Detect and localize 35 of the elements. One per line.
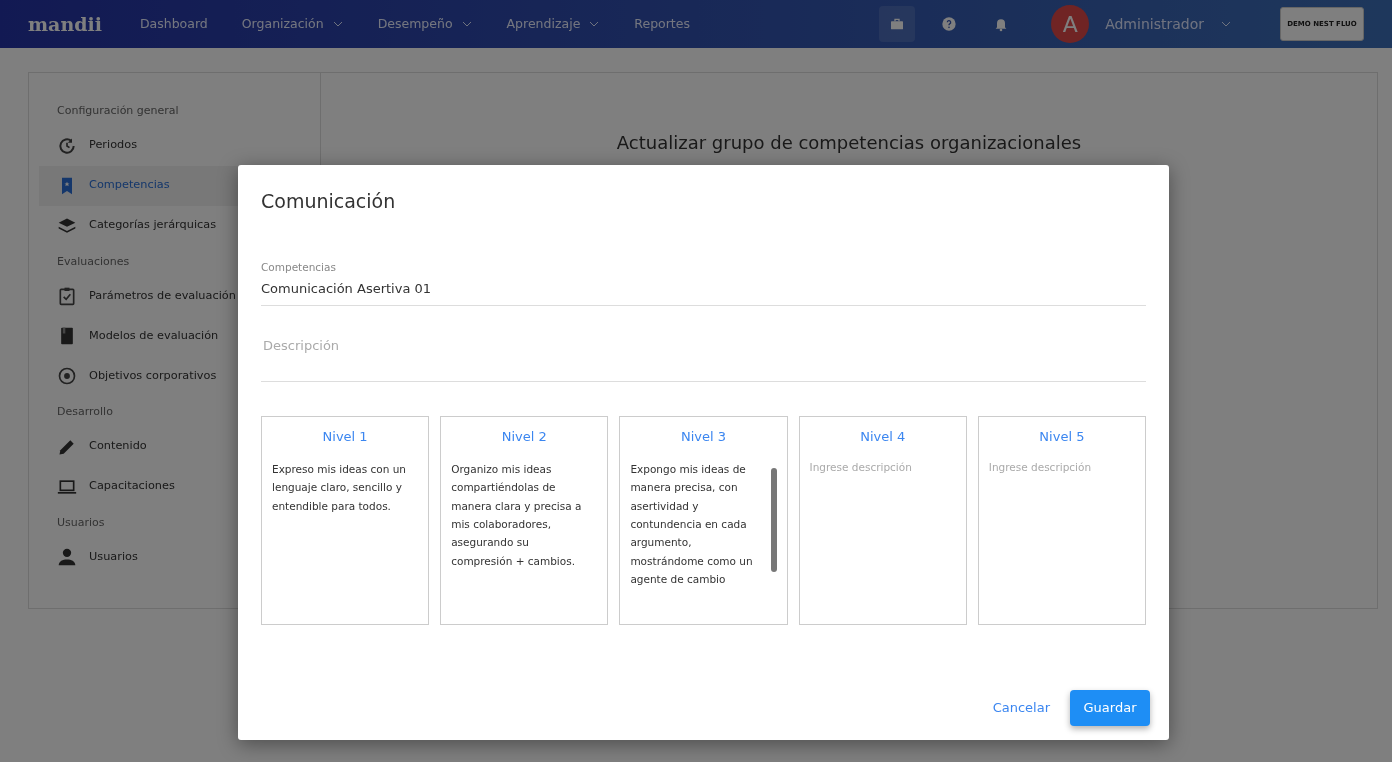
- section-title: Configuración general: [57, 104, 179, 117]
- level-title: Nivel 1: [321, 428, 369, 447]
- level-field[interactable]: Nivel 5 Ingrese descripción: [977, 416, 1146, 626]
- section-title: Usuarios: [57, 515, 105, 529]
- briefcase-icon: [889, 16, 906, 32]
- user-avatar[interactable]: A: [1051, 5, 1090, 43]
- level-description: Organizo mis ideas compartiéndolas de manera clara y precisa a mis colaboradores, asegurando su compresión + cambios.: [451, 461, 583, 569]
- level-field[interactable]: Nivel 4 Ingrese descripción: [798, 416, 967, 626]
- save-button[interactable]: Guardar: [1070, 690, 1150, 726]
- cancel-button[interactable]: Cancelar: [986, 697, 1056, 719]
- user-name[interactable]: Administrador: [1105, 13, 1204, 35]
- page-title: Actualizar grupo de competencias organizacionales: [616, 132, 1082, 153]
- target-icon: [57, 366, 77, 386]
- user-icon: [57, 547, 77, 567]
- help-icon: [941, 16, 958, 32]
- nav-link[interactable]: Aprendizaje: [506, 14, 601, 34]
- clock-icon: [57, 135, 77, 156]
- logo[interactable]: mandii: [28, 9, 102, 39]
- level-title: Nivel 4: [859, 428, 907, 447]
- nav-link[interactable]: Dashboard: [139, 14, 208, 34]
- level-description: Expreso mis ideas con un lenguaje claro, sencillo y entendible para todos.: [272, 461, 407, 514]
- sidebar-item[interactable]: Periodos: [29, 125, 320, 166]
- nav-link[interactable]: Reportes: [634, 14, 690, 34]
- field-label: Competencias: [261, 259, 337, 275]
- sidebar-item[interactable]: Usuarios: [29, 537, 320, 577]
- nav-link[interactable]: Organización: [241, 14, 344, 34]
- level-title: Nivel 3: [679, 428, 727, 447]
- section-title: Evaluaciones: [57, 254, 130, 268]
- section-title: Desarrollo: [57, 405, 113, 418]
- scrollbar-thumb[interactable]: [770, 468, 777, 573]
- level-title: Nivel 5: [1038, 428, 1086, 447]
- level-description: Expongo mis ideas de manera precisa, con asertividad y contundencia en cada argumento, mostrándome como un agente de cambio: [630, 461, 754, 588]
- clipboard-check-icon: [57, 286, 77, 306]
- level-title: Nivel 2: [500, 428, 548, 447]
- nav-link[interactable]: Desempeño: [377, 14, 473, 34]
